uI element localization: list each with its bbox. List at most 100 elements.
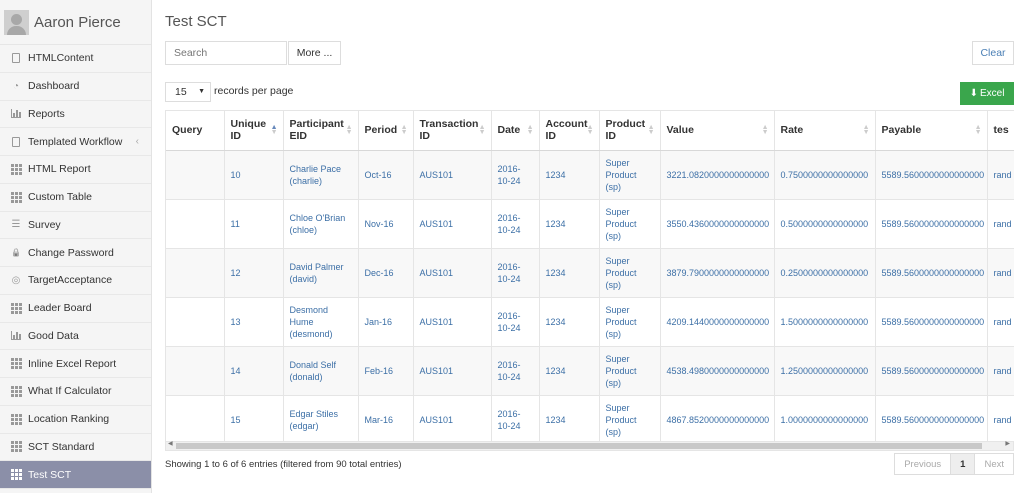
clear-button[interactable]: Clear	[972, 41, 1014, 65]
sidebar-item-inline-excel-report[interactable]: Inline Excel Report	[0, 350, 151, 378]
table-cell	[166, 346, 225, 396]
column-header-rate[interactable]: Rate ▲ ▼	[774, 111, 876, 151]
column-header-label: Unique ID	[230, 118, 267, 143]
sort-icon: ▲ ▼	[400, 124, 408, 137]
sidebar-item-change-password[interactable]: 🔒 Change Password	[0, 239, 151, 267]
table-icon	[10, 469, 22, 481]
column-header-label: Period	[364, 124, 398, 137]
sort-icon: ▲ ▼	[526, 124, 534, 137]
user-profile[interactable]: Aaron Pierce	[0, 0, 151, 45]
table-row[interactable]: 13 Desmond Hume (desmond) Jan-16 AUS101 2016…	[166, 297, 1014, 347]
table-cell: 5589.5600000000000000	[875, 297, 988, 347]
sidebar-item-what-if-calculator[interactable]: What If Calculator	[0, 378, 151, 406]
chevron-left-icon[interactable]: ‹	[136, 136, 139, 147]
sidebar-item-targetacceptance[interactable]: ◎ TargetAcceptance	[0, 267, 151, 295]
sidebar-item-good-data[interactable]: Good Data	[0, 323, 151, 351]
table-cell: AUS101	[413, 199, 492, 249]
scroll-left-icon[interactable]: ◀	[168, 440, 173, 447]
table-cell: 2016-10-24	[491, 248, 540, 298]
sidebar: Aaron Pierce HTMLContent ◔ Dashboard Report…	[0, 0, 152, 493]
column-header-value[interactable]: Value ▲ ▼	[660, 111, 775, 151]
table-cell: Super Product (sp)	[599, 346, 661, 396]
sidebar-item-label: What If Calculator	[28, 385, 112, 398]
scrollbar-thumb[interactable]	[176, 443, 982, 449]
column-header-transaction-id[interactable]: Transaction ID ▲ ▼	[413, 111, 492, 151]
table-cell: 1.0000000000000000	[774, 395, 876, 441]
table-row[interactable]: 15 Edgar Stiles (edgar) Mar-16 AUS101 2016-1…	[166, 395, 1014, 441]
bar-chart-icon	[10, 330, 22, 342]
avatar	[4, 9, 29, 35]
table-cell: Super Product (sp)	[599, 395, 661, 441]
sidebar-item-sct-standard[interactable]: SCT Standard	[0, 434, 151, 462]
table-cell: 5589.5600000000000000	[875, 248, 988, 298]
search-input[interactable]	[165, 41, 287, 65]
previous-page-button[interactable]: Previous	[895, 454, 952, 474]
table-icon	[10, 302, 22, 314]
lock-icon: 🔒	[11, 248, 21, 258]
sidebar-item-label: Reports	[28, 107, 65, 120]
table-cell: 1234	[539, 297, 600, 347]
column-header-date[interactable]: Date ▲ ▼	[491, 111, 540, 151]
main-content: Test SCT More ... Clear 15 ▼ records per…	[165, 0, 1024, 493]
sidebar-item-label: Custom Table	[28, 191, 93, 204]
document-icon	[10, 136, 22, 148]
sidebar-item-dashboard[interactable]: ◔ Dashboard	[0, 73, 151, 101]
table-cell	[166, 297, 225, 347]
table-cell: Super Product (sp)	[599, 199, 661, 249]
more-button[interactable]: More ...	[288, 41, 341, 65]
horizontal-scrollbar[interactable]: ◀ ▶	[165, 441, 1014, 451]
column-header-payable[interactable]: Payable ▲ ▼	[875, 111, 988, 151]
table-cell	[166, 150, 225, 200]
table-icon	[10, 385, 22, 397]
sidebar-item-test-sct[interactable]: Test SCT	[0, 461, 151, 489]
column-header-unique-id[interactable]: Unique ID ▲ ▼	[224, 111, 284, 151]
scroll-right-icon[interactable]: ▶	[1005, 440, 1010, 447]
table-row[interactable]: 14 Donald Self (donald) Feb-16 AUS101 2016-1…	[166, 346, 1014, 396]
table-cell: Jan-16	[358, 297, 414, 347]
table-cell	[166, 248, 225, 298]
list-icon: ☰	[11, 219, 21, 231]
table-cell: 5589.5600000000000000	[875, 199, 988, 249]
sidebar-item-reports[interactable]: Reports	[0, 101, 151, 129]
table-cell: Chloe O'Brian (chloe)	[283, 199, 359, 249]
excel-export-button[interactable]: ⬇ Excel	[960, 82, 1014, 105]
sort-icon: ▲ ▼	[647, 124, 655, 137]
column-header-account-id[interactable]: Account ID ▲ ▼	[539, 111, 600, 151]
column-header-participant-eid[interactable]: Participant EID ▲ ▼	[283, 111, 359, 151]
table-row[interactable]: 12 David Palmer (david) Dec-16 AUS101 2016-1…	[166, 248, 1014, 298]
table-cell: rand text	[987, 248, 1014, 298]
column-header-label: Rate	[780, 124, 804, 137]
table-cell: Charlie Pace (charlie)	[283, 150, 359, 200]
next-page-button[interactable]: Next	[975, 454, 1013, 474]
sidebar-item-templated-workflow[interactable]: Templated Workflow ‹	[0, 128, 151, 156]
page-length-select[interactable]: 15 ▼	[165, 82, 211, 102]
column-header-tes[interactable]: tes▲▼	[987, 111, 1014, 151]
table-cell: 2016-10-24	[491, 297, 540, 347]
sidebar-item-leader-board[interactable]: Leader Board	[0, 295, 151, 323]
table-icon	[10, 441, 22, 453]
excel-label: Excel	[979, 88, 1005, 99]
table-icon	[10, 413, 22, 425]
table-cell: 1.5000000000000000	[774, 297, 876, 347]
document-icon	[10, 52, 22, 64]
sidebar-item-htmlcontent[interactable]: HTMLContent	[0, 45, 151, 73]
table-info: Showing 1 to 6 of 6 entries (filtered fr…	[165, 459, 402, 470]
bar-chart-icon	[10, 108, 22, 120]
sidebar-item-custom-table[interactable]: Custom Table	[0, 184, 151, 212]
sort-icon: ▲ ▼	[761, 124, 769, 137]
column-header-product-id[interactable]: Product ID ▲ ▼	[599, 111, 661, 151]
sidebar-item-label: Survey	[28, 218, 61, 231]
sidebar-item-survey[interactable]: ☰ Survey	[0, 212, 151, 240]
column-header-period[interactable]: Period ▲ ▼	[358, 111, 414, 151]
sidebar-item-html-report[interactable]: HTML Report	[0, 156, 151, 184]
table-row[interactable]: 11 Chloe O'Brian (chloe) Nov-16 AUS101 2016-…	[166, 199, 1014, 249]
table-row[interactable]: 10 Charlie Pace (charlie) Oct-16 AUS101 2016…	[166, 150, 1014, 200]
table-cell: 10	[224, 150, 284, 200]
sidebar-item-label: Change Password	[28, 246, 114, 259]
column-header-query[interactable]: Query	[166, 111, 225, 151]
sidebar-item-location-ranking[interactable]: Location Ranking	[0, 406, 151, 434]
sort-ascending-icon: ▲ ▼	[270, 124, 278, 137]
page-number-button[interactable]: 1	[951, 454, 976, 474]
table-cell	[166, 395, 225, 441]
sidebar-item-label: SCT Standard	[28, 440, 95, 453]
